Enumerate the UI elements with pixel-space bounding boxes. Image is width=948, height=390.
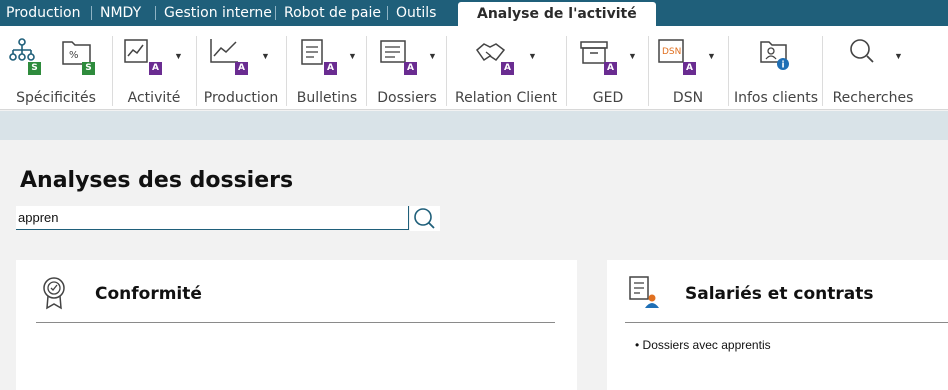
badge-a: A	[683, 62, 696, 75]
tab-gestion-interne[interactable]: Gestion interne	[164, 0, 272, 26]
chevron-down-icon[interactable]: ▼	[707, 52, 716, 61]
card-conformite: Conformité	[16, 260, 577, 390]
tab-production[interactable]: Production	[6, 0, 80, 26]
line-chart-icon[interactable]: A	[208, 36, 248, 75]
badge-a: A	[404, 62, 417, 75]
ribbon-group-bulletins: A ▼ Bulletins	[290, 26, 367, 110]
badge-s: S	[28, 62, 41, 75]
group-separator	[648, 36, 649, 106]
ribbon-group-label: Activité	[127, 90, 181, 106]
chevron-down-icon[interactable]: ▼	[894, 52, 903, 61]
badge-s: S	[82, 62, 95, 75]
dsn-icon-text: DSN	[662, 47, 681, 57]
handshake-icon[interactable]: A	[474, 36, 514, 75]
card-title: Salariés et contrats	[685, 284, 874, 304]
card-divider	[625, 322, 948, 323]
tab-separator	[275, 6, 276, 20]
page-title: Analyses des dossiers	[20, 168, 294, 193]
ribbon-group-label: Production	[203, 90, 279, 106]
card-salaries-contrats: Salariés et contrats • Dossiers avec app…	[607, 260, 948, 390]
tab-nmdy[interactable]: NMDY	[100, 0, 141, 26]
badge-a: A	[604, 62, 617, 75]
ribbon-group-recherches: ▼ Recherches	[828, 26, 918, 110]
card-divider	[36, 322, 555, 323]
ribbon-group-relation-client: A ▼ Relation Client	[450, 26, 567, 110]
employee-document-icon	[627, 274, 661, 308]
tab-separator	[387, 6, 388, 20]
tab-separator	[155, 6, 156, 20]
client-folder-info-icon[interactable]: i	[758, 36, 792, 74]
tab-analyse-activite[interactable]: Analyse de l'activité	[458, 2, 656, 26]
list-item-label[interactable]: Dossiers avec apprentis	[643, 338, 771, 352]
ribbon-group-label: Relation Client	[455, 90, 557, 106]
tab-separator	[91, 6, 92, 20]
chevron-down-icon[interactable]: ▼	[174, 52, 183, 61]
chevron-down-icon[interactable]: ▼	[348, 52, 357, 61]
card-title: Conformité	[95, 284, 202, 304]
badge-a: A	[149, 62, 162, 75]
svg-text:i: i	[782, 61, 785, 71]
tab-outils[interactable]: Outils	[396, 0, 436, 26]
search-icon[interactable]	[846, 36, 880, 74]
group-separator	[728, 36, 729, 106]
badge-a: A	[324, 62, 337, 75]
badge-a: A	[501, 62, 514, 75]
group-separator	[822, 36, 823, 106]
chevron-down-icon[interactable]: ▼	[428, 52, 437, 61]
ribbon-group-activite: A ▼ Activité	[116, 26, 197, 110]
ribbon-toolbar: S % S Spécificités A ▼ Activité A ▼ Prod…	[0, 26, 948, 110]
context-band	[0, 111, 948, 140]
chevron-down-icon[interactable]: ▼	[528, 52, 537, 61]
ribbon-group-label: GED	[592, 90, 624, 106]
activity-chart-icon[interactable]: A	[122, 36, 162, 75]
percent-folder-icon[interactable]: % S	[60, 36, 95, 75]
search-input[interactable]	[16, 206, 409, 230]
ribbon-group-label: Dossiers	[377, 90, 437, 106]
group-separator	[196, 36, 197, 106]
chevron-down-icon[interactable]: ▼	[261, 52, 270, 61]
group-separator	[286, 36, 287, 106]
ribbon-group-label: Infos clients	[734, 90, 818, 106]
ribbon-group-label: Bulletins	[296, 90, 358, 106]
badge-a: A	[235, 62, 248, 75]
search-bar	[16, 206, 440, 231]
award-ribbon-icon	[40, 276, 68, 310]
payslip-icon[interactable]: A	[298, 36, 337, 75]
ribbon-group-infos-clients: i Infos clients	[732, 26, 823, 110]
ribbon-group-label: Recherches	[832, 90, 914, 106]
search-icon	[414, 208, 435, 229]
ribbon-group-label: DSN	[672, 90, 704, 106]
tab-robot-de-paie[interactable]: Robot de paie	[284, 0, 381, 26]
svg-text:%: %	[69, 50, 79, 61]
ribbon-group-dsn: DSN A ▼ DSN	[650, 26, 729, 110]
list-item[interactable]: • Dossiers avec apprentis	[635, 338, 771, 352]
search-button[interactable]	[410, 206, 440, 231]
group-separator	[446, 36, 447, 106]
top-tab-strip: Production NMDY Gestion interne Robot de…	[0, 0, 948, 26]
ribbon-group-ged: A ▼ GED	[568, 26, 649, 110]
ribbon-group-specificites: S % S Spécificités	[0, 26, 113, 110]
group-separator	[566, 36, 567, 106]
ribbon-group-label: Spécificités	[16, 90, 96, 106]
org-chart-icon[interactable]: S	[8, 36, 42, 75]
group-separator	[112, 36, 113, 106]
archive-box-icon[interactable]: A	[578, 36, 617, 75]
group-separator	[366, 36, 367, 106]
chevron-down-icon[interactable]: ▼	[628, 52, 637, 61]
dsn-doc-icon[interactable]: DSN A	[656, 36, 696, 75]
ribbon-group-dossiers: A ▼ Dossiers	[370, 26, 447, 110]
ribbon-group-production: A ▼ Production	[198, 26, 287, 110]
folder-list-icon[interactable]: A	[378, 36, 417, 75]
